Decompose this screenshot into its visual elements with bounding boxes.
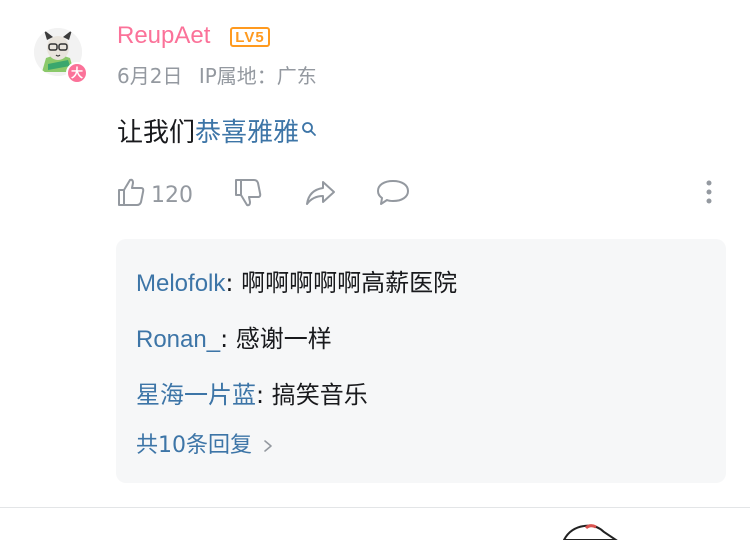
like-count: 120 <box>151 182 193 208</box>
reply-text: 搞笑音乐 <box>264 381 368 409</box>
reply-preview-box[interactable]: Melofolk: 啊啊啊啊啊高薪医院 Ronan_: 感谢一样 星海一片蓝: … <box>116 239 726 483</box>
chevron-right-icon <box>263 433 273 458</box>
dislike-button[interactable] <box>232 176 264 214</box>
reply-separator: : <box>220 325 229 353</box>
search-icon[interactable] <box>301 114 317 144</box>
reply-item[interactable]: Ronan_: 感谢一样 <box>136 319 332 354</box>
reply-text: 感谢一样 <box>228 325 332 353</box>
share-button[interactable] <box>303 176 337 214</box>
reply-author[interactable]: Melofolk <box>136 270 225 297</box>
like-button[interactable]: 120 <box>115 176 193 214</box>
thumbs-up-icon <box>115 176 147 214</box>
reply-text: 啊啊啊啊啊高薪医院 <box>233 269 458 297</box>
share-icon <box>303 176 337 214</box>
more-replies-label: 共10条回复 <box>136 433 252 458</box>
reply-bubble-icon <box>375 176 411 214</box>
ip-location: IP属地：广东 <box>198 64 317 88</box>
username[interactable]: ReupAet <box>117 22 210 50</box>
level-badge: LV5 <box>230 27 270 47</box>
view-all-replies-link[interactable]: 共10条回复 <box>136 427 273 459</box>
comment-divider <box>0 507 750 508</box>
search-keyword-link[interactable]: 恭喜雅雅 <box>195 118 299 148</box>
reply-button[interactable] <box>375 176 411 214</box>
more-options-button[interactable] <box>701 176 717 214</box>
next-comment-avatar-peek <box>556 522 626 544</box>
thumbs-down-icon <box>232 176 264 214</box>
comment-meta: 6月2日 IP属地：广东 <box>117 60 327 89</box>
reply-separator: : <box>256 381 265 409</box>
comment-text: 让我们恭喜雅雅 <box>117 112 317 149</box>
more-vertical-icon <box>701 176 717 214</box>
comment-actions: 120 <box>115 176 735 212</box>
reply-item[interactable]: 星海一片蓝: 搞笑音乐 <box>136 375 368 410</box>
comment-date: 6月2日 <box>117 64 183 88</box>
avatar-badge: 大 <box>66 62 88 84</box>
reply-item[interactable]: Melofolk: 啊啊啊啊啊高薪医院 <box>136 263 457 298</box>
comment-text-prefix: 让我们 <box>117 118 196 148</box>
reply-author[interactable]: 星海一片蓝 <box>136 382 256 409</box>
reply-author[interactable]: Ronan_ <box>136 326 220 353</box>
